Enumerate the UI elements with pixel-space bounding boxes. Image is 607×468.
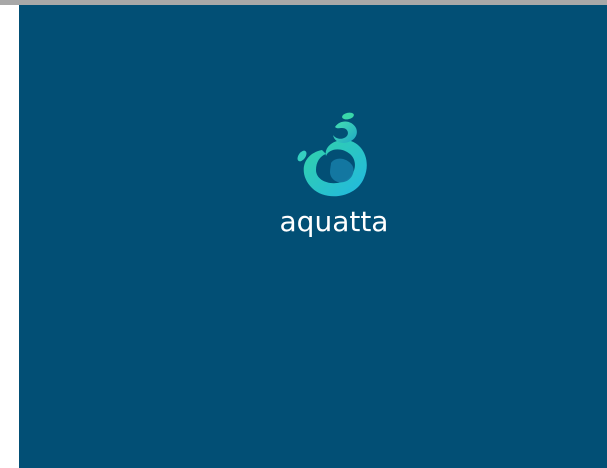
water-splash-icon	[297, 112, 367, 197]
brand-wordmark: aquatta	[279, 205, 389, 238]
left-gutter	[0, 5, 19, 468]
brand-logo: aquatta	[264, 110, 404, 245]
splash-screen: aquatta	[19, 5, 607, 468]
